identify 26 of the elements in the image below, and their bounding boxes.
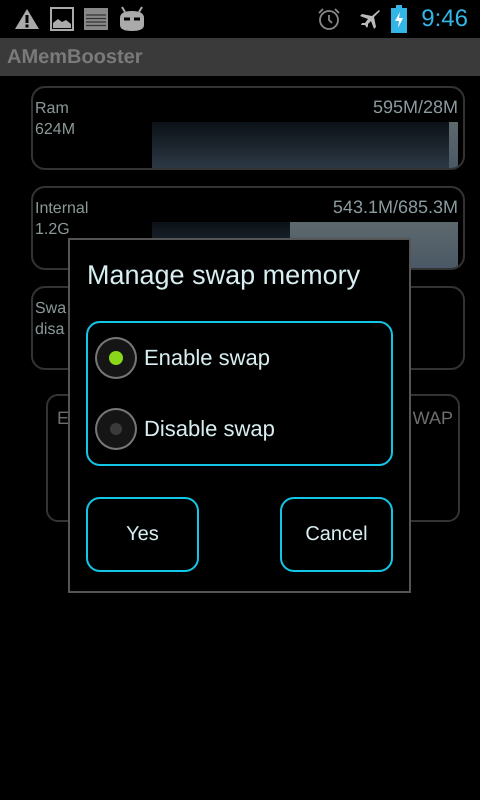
app-title: AMemBooster — [7, 46, 143, 68]
alarm-icon — [317, 7, 342, 31]
warning-icon — [14, 8, 40, 30]
button-text: E — [57, 408, 70, 430]
swap-label: Swa — [35, 299, 68, 319]
battery-charging-icon — [391, 5, 408, 33]
button-text: WAP — [412, 408, 453, 430]
airplane-icon — [359, 8, 382, 30]
memory-label: Internal — [35, 199, 90, 219]
robot-head-icon — [118, 6, 146, 32]
memory-label: Ram — [35, 99, 70, 119]
memory-usage: 595M/28M — [372, 96, 458, 119]
radio-button[interactable] — [94, 406, 138, 451]
dialog-title: Manage swap memory — [87, 260, 362, 291]
document-icon — [84, 8, 108, 30]
confirm-button[interactable]: Yes — [86, 497, 199, 572]
cancel-button[interactable]: Cancel — [280, 497, 393, 572]
radio-label[interactable]: Enable swap — [144, 345, 270, 372]
memory-usage: 543.1M/685.3M — [332, 196, 458, 219]
clock-time: 9:46 — [421, 5, 468, 33]
radio-button[interactable] — [94, 336, 138, 380]
swap-status: disa — [35, 320, 66, 340]
memory-size: 624M — [35, 120, 76, 140]
memory-size: 1.2G — [35, 220, 71, 240]
radio-label[interactable]: Disable swap — [144, 416, 275, 442]
picture-icon — [50, 7, 74, 31]
